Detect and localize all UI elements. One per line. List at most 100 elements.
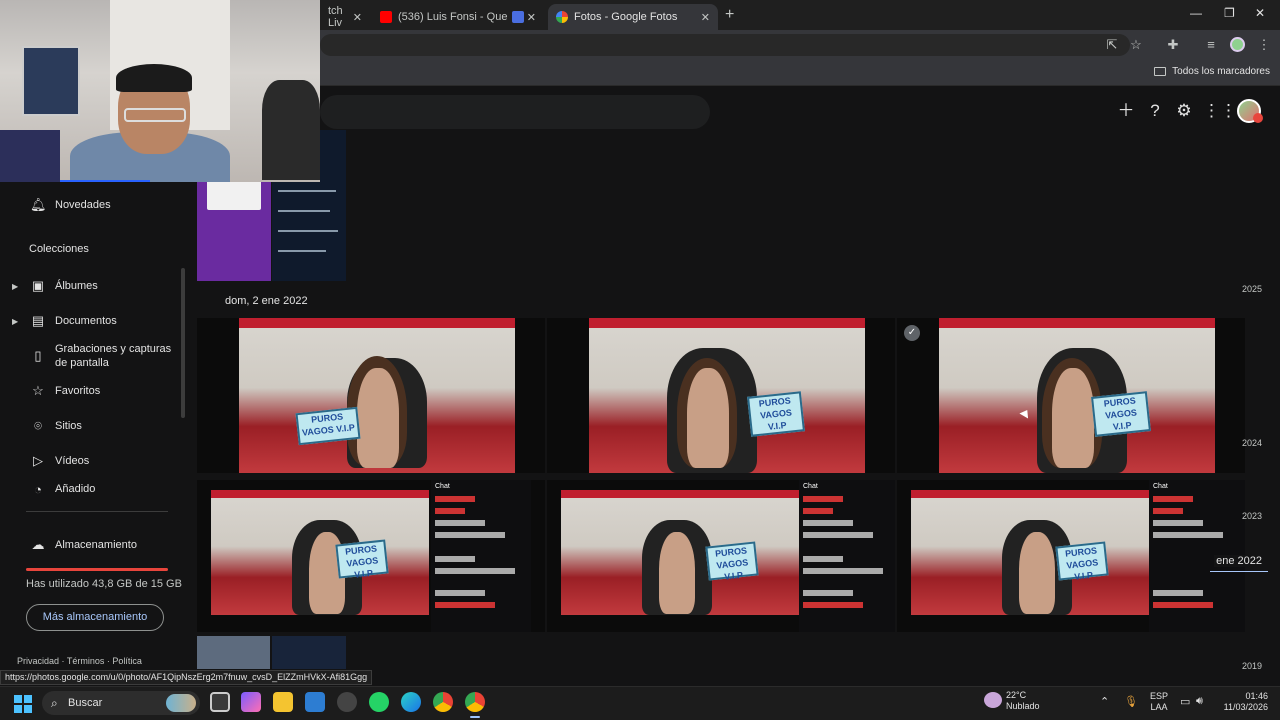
chat-title: Chat xyxy=(803,483,818,490)
apps-grid-icon[interactable]: ⋮⋮ xyxy=(1203,101,1237,121)
settings-gear-icon[interactable]: ⚙ xyxy=(1174,101,1194,121)
tab-title: tch Liv xyxy=(328,5,343,29)
photo-item[interactable]: PUROS VAGOS V.I.P Chat xyxy=(547,480,895,632)
maximize-button[interactable]: ❐ xyxy=(1224,6,1235,20)
language-line1: ESP xyxy=(1150,691,1169,701)
link-status-url: https://photos.google.com/u/0/photo/AF1Q… xyxy=(0,670,373,685)
tab-twitch[interactable]: tch Liv ✕ xyxy=(320,4,370,30)
task-view-icon[interactable] xyxy=(210,692,230,712)
language-indicator[interactable]: ESP LAA xyxy=(1150,691,1168,713)
text-line xyxy=(278,190,336,192)
tab-google-photos[interactable]: Fotos - Google Fotos ✕ xyxy=(548,4,718,30)
extensions-icon[interactable]: ✚ xyxy=(1165,37,1181,53)
location-pin-icon: ⌾ xyxy=(34,418,42,433)
footer-links[interactable]: Privacidad · Términos · Política xyxy=(17,656,142,666)
text-line xyxy=(278,210,330,212)
close-window-button[interactable]: ✕ xyxy=(1255,6,1265,20)
stream-banner xyxy=(211,490,429,498)
tab-close-icon[interactable]: ✕ xyxy=(701,11,710,24)
notification-dot xyxy=(1253,113,1263,123)
photos-search-input[interactable] xyxy=(320,95,710,129)
bookmark-star-icon[interactable]: ☆ xyxy=(1128,37,1144,53)
edge-icon[interactable] xyxy=(401,692,421,712)
select-check-icon[interactable]: ✓ xyxy=(904,325,920,341)
volume-icon[interactable]: 🔊︎ xyxy=(1196,695,1203,708)
language-line2: LAA xyxy=(1150,702,1168,712)
storage-usage-text: Has utilizado 43,8 GB de 15 GB xyxy=(26,578,182,590)
person-hair xyxy=(116,64,192,92)
sidebar-item-storage[interactable]: ☁ Almacenamiento xyxy=(0,537,186,553)
network-icon[interactable]: ▭ xyxy=(1180,695,1190,708)
stream-banner xyxy=(561,490,799,498)
clock-time: 01:46 xyxy=(1245,691,1268,701)
sidebar-item-documents[interactable]: ▶ ▤ Documentos xyxy=(0,313,186,329)
microphone-icon[interactable]: 🎙︎ xyxy=(1124,695,1138,708)
chrome-icon[interactable] xyxy=(433,692,453,712)
tab-title: (536) Luis Fonsi - Que Quie xyxy=(398,11,508,23)
help-icon[interactable]: ? xyxy=(1145,101,1165,121)
tab-close-icon[interactable]: ✕ xyxy=(353,11,362,24)
timeline-year[interactable]: 2019 xyxy=(1242,661,1262,671)
app-icon[interactable] xyxy=(337,692,357,712)
timeline-year[interactable]: 2025 xyxy=(1242,284,1262,294)
phone-screenshot-icon: ▯ xyxy=(34,348,42,363)
taskbar-search[interactable]: ⌕ Buscar xyxy=(42,691,200,715)
sign: PUROS VAGOS V.I.P xyxy=(1091,391,1151,437)
sidebar-item-places[interactable]: ⌾ Sitios xyxy=(0,418,186,434)
copilot-icon[interactable] xyxy=(241,692,261,712)
tab-youtube[interactable]: (536) Luis Fonsi - Que Quie ✕ xyxy=(372,4,544,30)
sidebar-item-added[interactable]: ◔ Añadido xyxy=(0,481,186,497)
jacket xyxy=(262,80,320,180)
media-control-icon[interactable]: ≡ xyxy=(1203,37,1219,53)
photo-item[interactable]: PUROS VAGOS V.I.P xyxy=(197,318,545,473)
collections-heading: Colecciones xyxy=(29,243,89,255)
windows-start-icon[interactable] xyxy=(14,695,32,713)
timeline-year[interactable]: 2023 xyxy=(1242,511,1262,521)
sidebar-item-label: Novedades xyxy=(55,199,111,211)
stream-banner xyxy=(939,318,1215,328)
photo-thumbnail[interactable] xyxy=(272,636,346,669)
sign: PUROS VAGOS V.I.P xyxy=(705,541,759,582)
store-icon[interactable] xyxy=(305,692,325,712)
profile-avatar[interactable] xyxy=(1230,37,1245,52)
folder-icon xyxy=(1154,67,1167,76)
person xyxy=(687,368,729,468)
storage-usage-bar xyxy=(26,568,168,571)
mute-icon[interactable] xyxy=(512,11,524,23)
photo-thumbnail[interactable] xyxy=(197,636,270,669)
file-explorer-icon[interactable] xyxy=(273,692,293,712)
address-bar[interactable] xyxy=(320,34,1130,56)
system-clock[interactable]: 01:46 11/03/2026 xyxy=(1214,691,1268,713)
show-hidden-icons-icon[interactable]: ⌃ xyxy=(1100,695,1109,708)
timeline-year[interactable]: 2024 xyxy=(1242,438,1262,448)
photo-item[interactable]: PUROS VAGOS V.I.P Chat xyxy=(897,480,1245,632)
all-bookmarks-button[interactable]: Todos los marcadores xyxy=(1154,66,1270,77)
minimize-button[interactable]: — xyxy=(1190,6,1202,20)
chrome-menu-icon[interactable]: ⋮ xyxy=(1256,37,1272,53)
sidebar-item-screenshots[interactable]: ▯ Grabaciones y capturas de pantalla xyxy=(0,341,186,371)
tab-close-icon[interactable]: ✕ xyxy=(527,11,536,24)
date-group-label[interactable]: dom, 2 ene 2022 xyxy=(225,295,308,307)
expand-arrow-icon[interactable]: ▶ xyxy=(12,282,18,291)
chrome-profile-icon[interactable] xyxy=(465,692,485,712)
sidebar-item-favorites[interactable]: ☆ Favoritos xyxy=(0,383,186,399)
stream-banner xyxy=(589,318,865,328)
add-icon[interactable]: ＋ xyxy=(1116,101,1136,121)
weather-condition: Nublado xyxy=(1006,701,1040,711)
photo-item-selected[interactable]: PUROS VAGOS V.I.P ✓ xyxy=(897,318,1245,473)
expand-arrow-icon[interactable]: ▶ xyxy=(12,317,18,326)
sidebar-item-albums[interactable]: ▶ ▣ Álbumes xyxy=(0,278,186,294)
install-app-icon[interactable]: ⇱ xyxy=(1104,37,1120,53)
whatsapp-icon[interactable] xyxy=(369,692,389,712)
sidebar-scrollbar[interactable] xyxy=(181,268,185,418)
timeline-current-date: ene 2022 xyxy=(1214,555,1264,567)
sidebar-item-novedades[interactable]: 🔔︎ Novedades xyxy=(0,197,186,213)
screen: tch Liv ✕ (536) Luis Fonsi - Que Quie ✕ … xyxy=(0,0,1280,720)
photo-item[interactable]: PUROS VAGOS V.I.P xyxy=(547,318,895,473)
photo-item[interactable]: PUROS VAGOS V.I.P Chat xyxy=(197,480,545,632)
clock-date: 11/03/2026 xyxy=(1223,702,1268,712)
sidebar-item-videos[interactable]: ▷ Vídeos xyxy=(0,453,186,469)
more-storage-button[interactable]: Más almacenamiento xyxy=(26,604,164,631)
youtube-icon xyxy=(380,11,392,23)
new-tab-button[interactable]: + xyxy=(725,6,734,24)
